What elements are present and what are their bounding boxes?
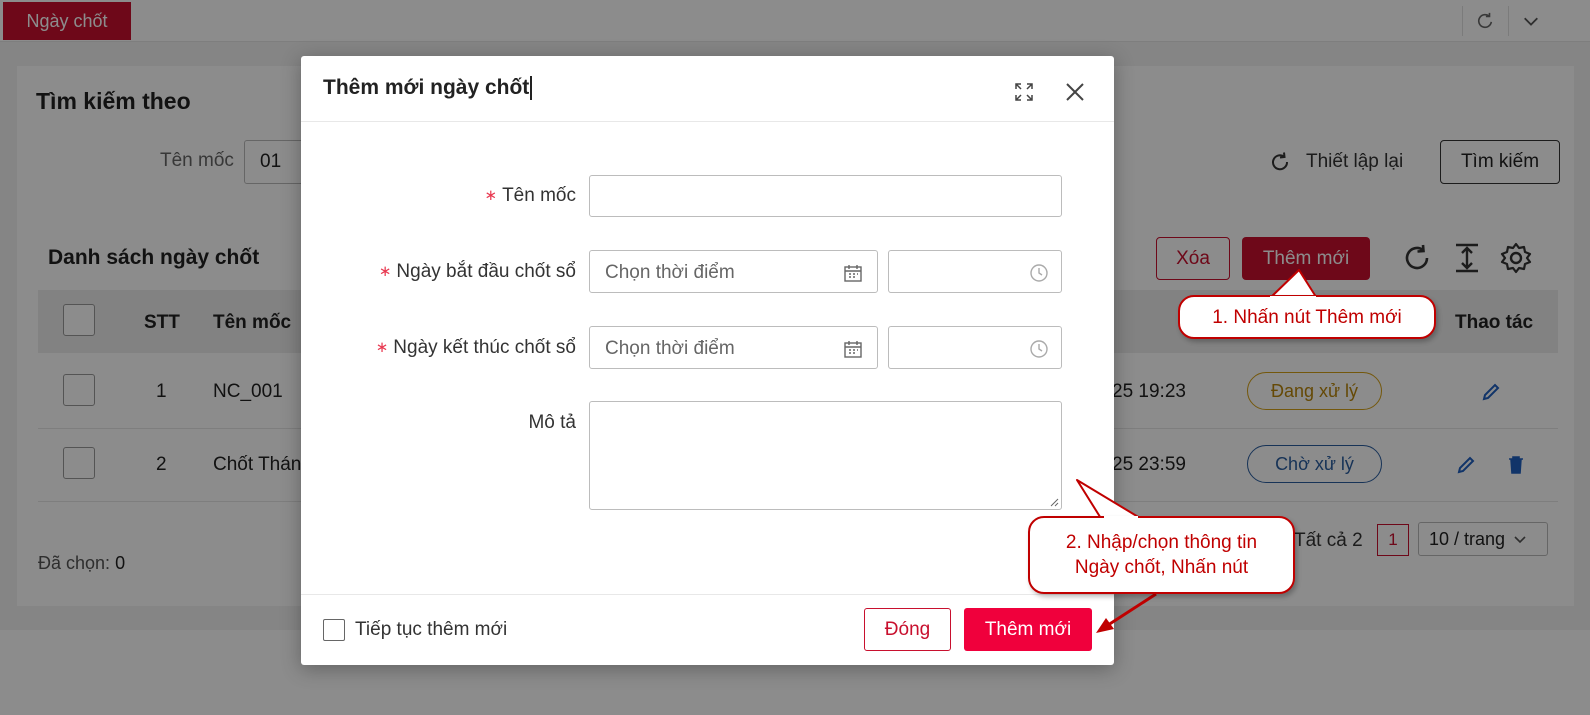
callout-pointer-mask <box>1104 296 1316 520</box>
